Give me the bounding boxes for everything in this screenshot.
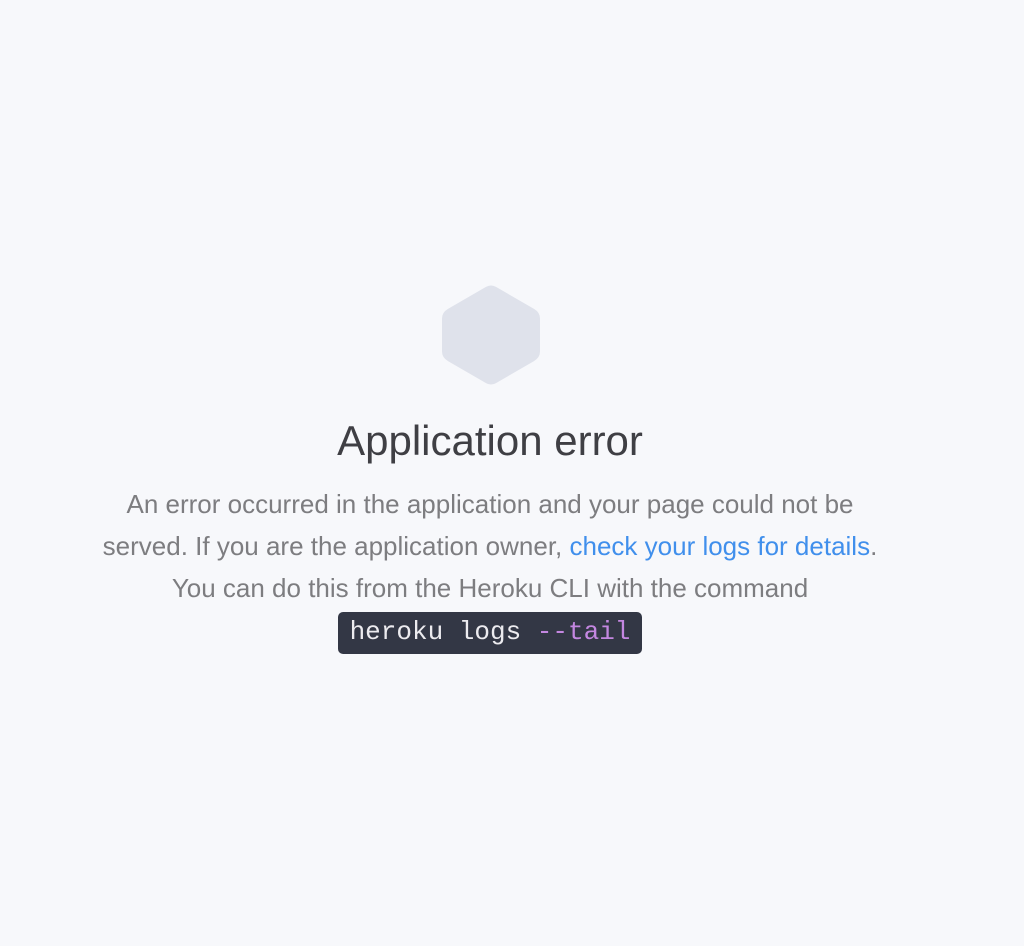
cli-command: heroku logs --tail xyxy=(337,612,643,654)
error-page: Application error An error occurred in t… xyxy=(0,0,1024,946)
command-base: heroku logs xyxy=(349,617,537,647)
page-title: Application error xyxy=(337,417,643,464)
check-logs-link[interactable]: check your logs for details xyxy=(570,531,871,561)
command-flag: --tail xyxy=(536,617,631,647)
hexagon-icon xyxy=(442,285,540,385)
message-line-3: You can do this from the Heroku CLI with… xyxy=(171,573,809,603)
message-line-2-suffix: . xyxy=(870,531,878,561)
message-line-1: An error occurred in the application and… xyxy=(126,489,854,519)
error-message: An error occurred in the application and… xyxy=(30,483,950,654)
message-line-2-prefix: served. If you are the application owner… xyxy=(102,531,570,561)
